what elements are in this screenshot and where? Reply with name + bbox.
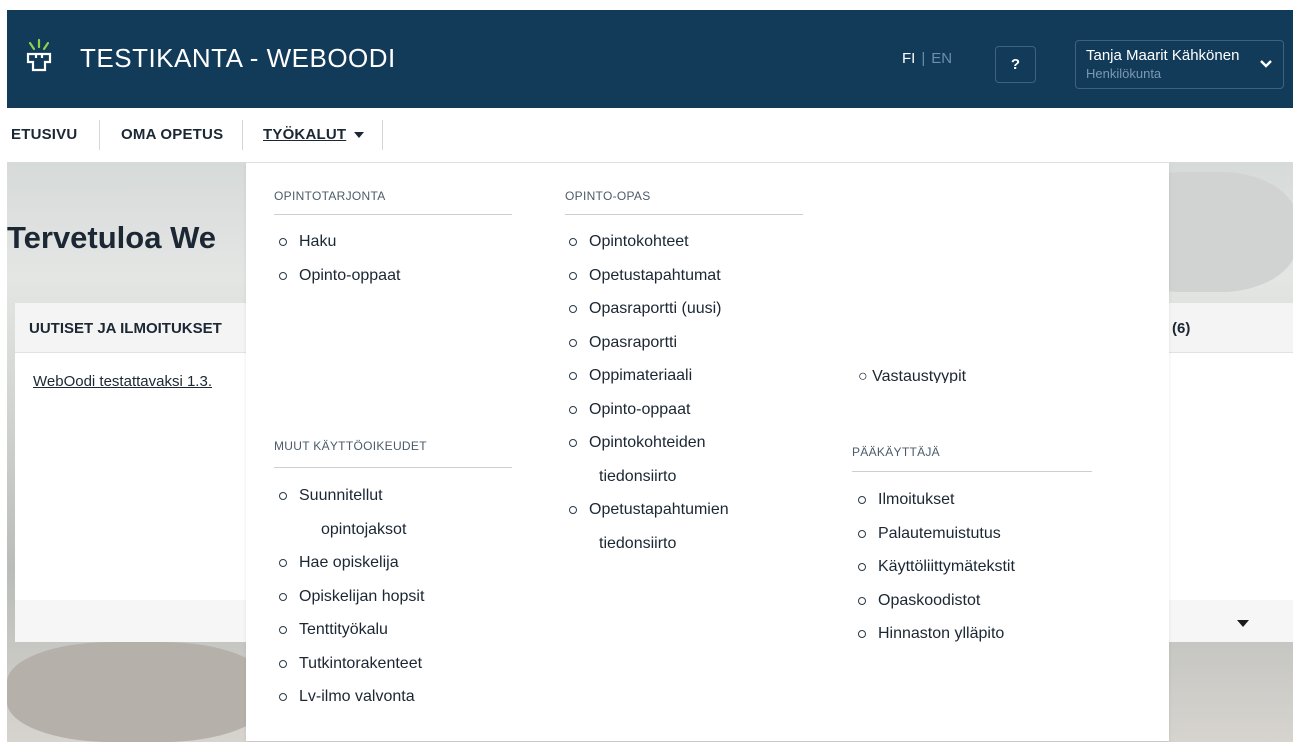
menu-item-vastaustyypit-partial[interactable]: ○ Vastaustyypit: [858, 369, 966, 383]
menu-list-opinto-opas: Opintokohteet Opetustapahtumat Opasrapor…: [569, 225, 729, 560]
menu-list-opintotarjonta: Haku Opinto-oppaat: [279, 225, 400, 292]
user-name: Tanja Maarit Kähkönen: [1086, 47, 1240, 64]
menu-item-opasraportti[interactable]: Opasraportti: [569, 326, 729, 360]
menu-item-opetustapahtumien-tiedonsiirto-cont[interactable]: tiedonsiirto: [569, 527, 729, 561]
nav-etusivu[interactable]: ETUSIVU: [11, 122, 77, 148]
nav-divider: [382, 120, 383, 150]
nav-divider: [99, 120, 100, 150]
menu-item-tenttityokalu[interactable]: Tenttityökalu: [279, 613, 424, 647]
menu-item-suunnitellut-cont[interactable]: opintojaksot: [279, 513, 424, 547]
menu-item-opintokohteet[interactable]: Opintokohteet: [569, 225, 729, 259]
language-switcher: FI | EN: [902, 50, 952, 67]
menu-item-hinnaston-yllapito[interactable]: Hinnaston ylläpito: [858, 617, 1015, 651]
news-count: (6): [1172, 320, 1191, 337]
weboodi-logo-icon[interactable]: [25, 38, 53, 82]
menu-item-opinto-oppaat[interactable]: Opinto-oppaat: [279, 259, 400, 293]
menu-list-paakayttaja: Ilmoitukset Palautemuistutus Käyttöliitt…: [858, 483, 1015, 651]
lang-fi[interactable]: FI: [902, 50, 915, 67]
menu-item-kayttoliittymatekstit[interactable]: Käyttöliittymätekstit: [858, 550, 1015, 584]
menu-list-muut: Suunnitellut opintojaksot Hae opiskelija…: [279, 479, 424, 714]
menu-item-vastaustyypit-label: Vastaustyypit: [872, 369, 967, 383]
app-title[interactable]: TESTIKANTA - WEBOODI: [80, 43, 396, 74]
menu-heading-muut: MUUT KÄYTTÖOIKEUDET: [274, 439, 427, 453]
welcome-heading: Tervetuloa We: [7, 220, 217, 255]
nav-oma-opetus[interactable]: OMA OPETUS: [121, 122, 223, 148]
menu-heading-paakayttaja: PÄÄKÄYTTÄJÄ: [852, 445, 940, 459]
menu-item-opintokohteiden-tiedonsiirto-cont[interactable]: tiedonsiirto: [569, 460, 729, 494]
caret-down-icon[interactable]: [1237, 620, 1249, 627]
chevron-down-icon: [1260, 60, 1272, 68]
menu-divider: [274, 467, 512, 468]
menu-item-suunnitellut[interactable]: Suunnitellut: [279, 479, 424, 513]
menu-item-opetustapahtumien-tiedonsiirto[interactable]: Opetustapahtumien: [569, 493, 729, 527]
menu-item-opiskelijan-hopsit[interactable]: Opiskelijan hopsit: [279, 580, 424, 614]
background-rock: [7, 642, 267, 742]
menu-item-opetustapahtumat[interactable]: Opetustapahtumat: [569, 259, 729, 293]
menu-item-opintokohteiden-tiedonsiirto[interactable]: Opintokohteiden: [569, 426, 729, 460]
main-nav: ETUSIVU OMA OPETUS TYÖKALUT: [0, 108, 1293, 162]
menu-item-ilmoitukset[interactable]: Ilmoitukset: [858, 483, 1015, 517]
menu-heading-opintotarjonta: OPINTOTARJONTA: [274, 189, 386, 203]
lang-en[interactable]: EN: [931, 50, 952, 67]
menu-item-opasraportti-uusi[interactable]: Opasraportti (uusi): [569, 292, 729, 326]
nav-tyokalut[interactable]: TYÖKALUT: [263, 122, 365, 148]
user-menu-button[interactable]: Tanja Maarit Kähkönen Henkilökunta: [1075, 40, 1284, 89]
tools-dropdown-menu: OPINTOTARJONTA Haku Opinto-oppaat MUUT K…: [246, 162, 1169, 741]
menu-item-haku[interactable]: Haku: [279, 225, 400, 259]
menu-item-opaskoodistot[interactable]: Opaskoodistot: [858, 584, 1015, 618]
menu-divider: [274, 214, 512, 215]
menu-item-palautemuistutus[interactable]: Palautemuistutus: [858, 517, 1015, 551]
nav-tyokalut-label: TYÖKALUT: [263, 126, 347, 143]
caret-down-icon: [354, 132, 365, 139]
menu-item-hae-opiskelija[interactable]: Hae opiskelija: [279, 546, 424, 580]
menu-item-opinto-oppaat-2[interactable]: Opinto-oppaat: [569, 393, 729, 427]
news-panel-title: UUTISET JA ILMOITUKSET: [29, 320, 222, 337]
app-header: TESTIKANTA - WEBOODI FI | EN ? Tanja Maari…: [7, 10, 1293, 108]
help-button[interactable]: ?: [995, 46, 1036, 83]
menu-item-tutkintorakenteet[interactable]: Tutkintorakenteet: [279, 647, 424, 681]
news-link[interactable]: WebOodi testattavaksi 1.3.: [33, 373, 212, 390]
menu-heading-opinto-opas: OPINTO-OPAS: [565, 189, 651, 203]
menu-item-lv-ilmo-valvonta[interactable]: Lv-ilmo valvonta: [279, 680, 424, 714]
nav-divider: [242, 120, 243, 150]
lang-separator: |: [921, 50, 926, 67]
menu-item-oppimateriaali[interactable]: Oppimateriaali: [569, 359, 729, 393]
user-role: Henkilökunta: [1086, 66, 1162, 81]
menu-divider: [852, 471, 1092, 472]
menu-divider: [565, 214, 803, 215]
